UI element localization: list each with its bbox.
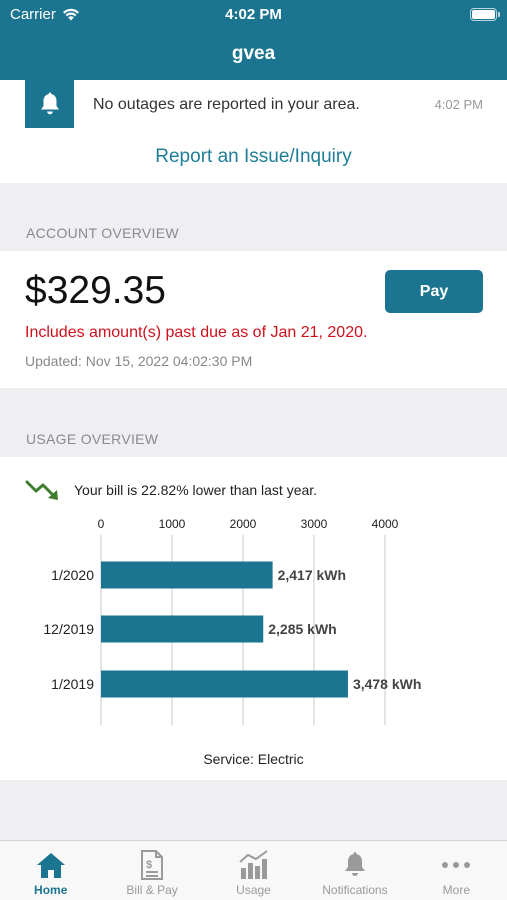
usage-bar-chart: 0 1000 2000 3000 4000 1/2020 2,417 kWh 12/2019 2… bbox=[43, 517, 421, 725]
x-tick-label: 2000 bbox=[230, 517, 257, 531]
balance-amount: $329.35 bbox=[25, 269, 166, 312]
report-issue-link[interactable]: Report an Issue/Inquiry bbox=[0, 146, 507, 168]
outage-message: No outages are reported in your area. bbox=[93, 96, 360, 113]
outage-card: No outages are reported in your area. 4:… bbox=[0, 80, 507, 183]
bill-icon: $ bbox=[141, 850, 164, 880]
tab-bar: Home $ Bill & Pay Usage Notifications Mo… bbox=[0, 840, 507, 900]
usage-overview-heading: USAGE OVERVIEW bbox=[26, 431, 159, 447]
x-tick-label: 1000 bbox=[159, 517, 186, 531]
account-overview-card: $329.35 Pay Includes amount(s) past due … bbox=[0, 251, 507, 388]
svg-text:$: $ bbox=[146, 859, 152, 871]
updated-timestamp: Updated: Nov 15, 2022 04:02:30 PM bbox=[25, 353, 253, 369]
bar-value-label: 2,417 kWh bbox=[278, 567, 346, 583]
x-tick-label: 4000 bbox=[372, 517, 399, 531]
x-tick-label: 3000 bbox=[301, 517, 328, 531]
more-dots-icon bbox=[442, 862, 471, 868]
bell-icon bbox=[344, 852, 365, 876]
tab-usage[interactable]: Usage bbox=[203, 841, 304, 900]
tab-label: Notifications bbox=[322, 883, 388, 897]
battery-icon bbox=[470, 8, 500, 21]
bar-value-label: 3,478 kWh bbox=[353, 676, 421, 692]
tab-label: Home bbox=[34, 883, 68, 897]
usage-bar bbox=[101, 615, 264, 643]
category-label: 1/2019 bbox=[51, 676, 94, 692]
account-overview-heading: ACCOUNT OVERVIEW bbox=[26, 225, 179, 241]
outage-time: 4:02 PM bbox=[434, 97, 483, 112]
outage-bell-badge bbox=[25, 80, 74, 128]
app-header: Carrier 4:02 PM gvea bbox=[0, 0, 507, 80]
tab-label: More bbox=[442, 883, 470, 897]
usage-bar bbox=[101, 670, 348, 698]
app-title: gvea bbox=[231, 43, 276, 64]
home-icon bbox=[36, 853, 65, 878]
status-time: 4:02 PM bbox=[225, 6, 282, 23]
bar-value-label: 2,285 kWh bbox=[268, 621, 336, 637]
tab-notifications[interactable]: Notifications bbox=[304, 841, 405, 900]
tab-home[interactable]: Home bbox=[0, 841, 101, 900]
tab-bill-pay[interactable]: $ Bill & Pay bbox=[101, 841, 202, 900]
pay-button[interactable]: Pay bbox=[385, 270, 483, 313]
category-label: 1/2020 bbox=[51, 567, 94, 583]
service-label: Service: Electric bbox=[203, 751, 304, 767]
bell-icon bbox=[40, 92, 59, 115]
past-due-notice: Includes amount(s) past due as of Jan 21… bbox=[25, 324, 368, 341]
usage-chart-icon bbox=[238, 850, 268, 879]
tab-label: Bill & Pay bbox=[126, 883, 178, 897]
tab-more[interactable]: More bbox=[406, 841, 507, 900]
usage-bar bbox=[101, 561, 273, 589]
x-tick-label: 0 bbox=[98, 517, 105, 531]
tab-label: Usage bbox=[236, 883, 271, 897]
category-label: 12/2019 bbox=[43, 621, 94, 637]
status-bar: Carrier 4:02 PM bbox=[0, 0, 507, 30]
usage-overview-card: Your bill is 22.82% lower than last year… bbox=[0, 457, 507, 780]
